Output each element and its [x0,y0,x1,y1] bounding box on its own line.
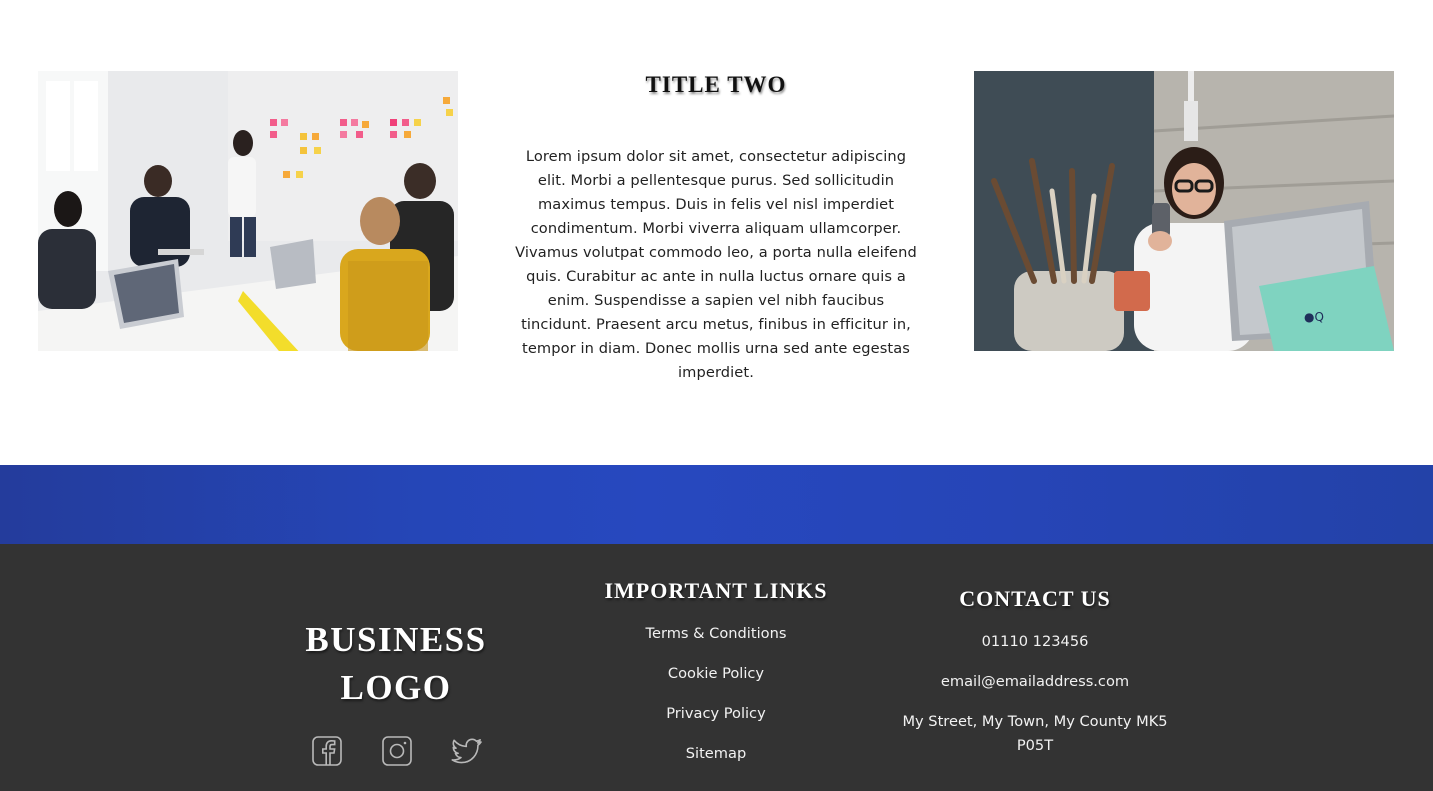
social-links [310,734,490,768]
twitter-icon[interactable] [450,734,484,768]
facebook-icon[interactable] [310,734,344,768]
logo-line-1: BUSINESS [305,620,487,659]
logo-line-2: LOGO [340,668,452,707]
contact-address-line-1: My Street, My Town, My County MK5 [902,713,1168,730]
blue-banner-strip [0,465,1433,544]
content-section: TITLE TWO Lorem ipsum dolor sit amet, co… [0,0,1433,465]
section-body-text: Lorem ipsum dolor sit amet, consectetur … [515,148,917,381]
instagram-icon[interactable] [380,734,414,768]
svg-text:●Q: ●Q [1304,310,1324,324]
cookie-policy-link[interactable]: Cookie Policy [566,662,866,686]
contact-phone: 01110 123456 [981,633,1089,650]
contact-us-heading: CONTACT US [959,586,1111,611]
site-footer: BUSINESS LOGO IMPORTANT LINKS Terms & Co… [0,544,1433,791]
privacy-policy-link[interactable]: Privacy Policy [566,702,866,726]
contact-email: email@emailaddress.com [940,673,1130,690]
sitemap-link[interactable]: Sitemap [566,742,866,766]
woman-with-phone-photo: ●Q [974,71,1394,351]
terms-link[interactable]: Terms & Conditions [566,622,866,646]
important-links-heading: IMPORTANT LINKS [604,578,828,603]
contact-address-line-2: P05T [1016,737,1054,754]
section-title: TITLE TWO [645,72,787,97]
team-meeting-photo [38,71,458,351]
business-logo[interactable]: BUSINESS LOGO [276,616,516,712]
